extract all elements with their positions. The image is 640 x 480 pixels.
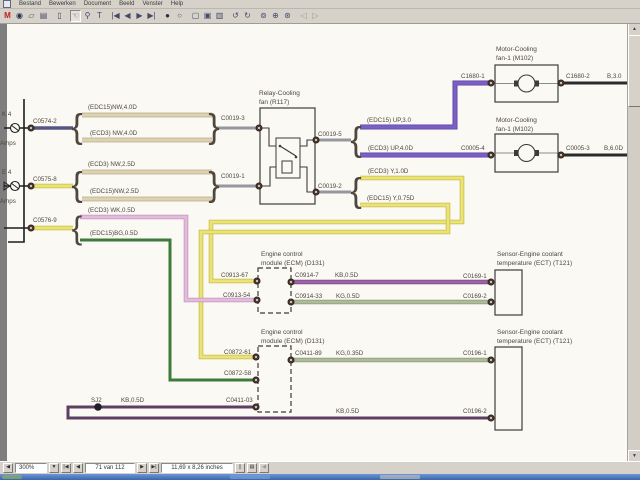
single-page-view-icon[interactable]: ▯ xyxy=(235,463,245,473)
last-page-icon[interactable]: ▶| xyxy=(146,10,157,22)
first-page-icon[interactable]: |◀ xyxy=(110,10,121,22)
find-again-icon[interactable]: ⊕ xyxy=(270,10,281,22)
status-bar: ◀ 300% ▼ |◀ ◀ 71 van 112 ▶ ▶| 11,69 x 8,… xyxy=(0,461,640,474)
globe-icon[interactable]: ◉ xyxy=(14,10,25,22)
prev-highlight-icon[interactable]: ◁ xyxy=(298,10,309,22)
zoom-level-box[interactable]: 300% xyxy=(15,463,47,473)
first-page-button[interactable]: |◀ xyxy=(61,463,71,473)
menu-item-beeld[interactable]: Beeld xyxy=(119,1,134,7)
continuous-view-icon[interactable]: ▤ xyxy=(247,463,257,473)
next-page-button[interactable]: ▶ xyxy=(137,463,147,473)
toolbar: M◉▱▤ ▯ ☜⚲T |◀◀▶▶| ●○ ▢▣▥ ↺↻ ⊚⊕⊛ ◁▷ xyxy=(0,9,640,24)
windows-taskbar[interactable] xyxy=(0,474,640,480)
pdf-page[interactable] xyxy=(7,23,628,461)
toolbar-separator xyxy=(50,10,53,22)
prev-view-icon[interactable]: ● xyxy=(162,10,173,22)
pages-panel-icon[interactable]: ▯ xyxy=(54,10,65,22)
app-window: { "menu": { "items": ["Bestand", "Bewerk… xyxy=(0,0,640,480)
actual-size-icon[interactable]: ▢ xyxy=(190,10,201,22)
acrobat-m-icon[interactable]: M xyxy=(2,10,13,22)
prev-page-button[interactable]: ◀ xyxy=(73,463,83,473)
print-icon[interactable]: ▤ xyxy=(38,10,49,22)
search-icon[interactable]: ⊛ xyxy=(282,10,293,22)
menu-item-bewerken[interactable]: Bewerken xyxy=(49,1,76,7)
toolbar-separator xyxy=(158,10,161,22)
hand-tool-icon[interactable]: ☜ xyxy=(70,10,81,22)
prev-page-icon[interactable]: ◀ xyxy=(122,10,133,22)
rotate-right-icon[interactable]: ↻ xyxy=(242,10,253,22)
fit-page-icon[interactable]: ▣ xyxy=(202,10,213,22)
scroll-left-icon[interactable]: ◀ xyxy=(259,463,269,473)
menu-item-venster[interactable]: Venster xyxy=(142,1,162,7)
zoom-dropdown-button[interactable]: ▼ xyxy=(49,463,59,473)
page-indicator[interactable]: 71 van 112 xyxy=(85,463,135,473)
menu-item-bestand[interactable]: Bestand xyxy=(19,1,41,7)
toolbar-separator xyxy=(186,10,189,22)
vertical-scrollbar[interactable]: ▲ ▼ xyxy=(627,23,640,461)
fit-width-icon[interactable]: ▥ xyxy=(214,10,225,22)
toolbar-separator xyxy=(106,10,109,22)
next-view-icon[interactable]: ○ xyxy=(174,10,185,22)
zoom-icon[interactable]: ⚲ xyxy=(82,10,93,22)
document-icon xyxy=(3,0,11,8)
menu-item-document[interactable]: Document xyxy=(84,1,111,7)
next-page-icon[interactable]: ▶ xyxy=(134,10,145,22)
rotate-left-icon[interactable]: ↺ xyxy=(230,10,241,22)
scrollbar-thumb[interactable] xyxy=(628,35,640,107)
taskbar-item[interactable] xyxy=(380,475,420,479)
folder-open-icon[interactable]: ▱ xyxy=(26,10,37,22)
nav-pane-toggle-button[interactable]: ◀ xyxy=(3,463,13,473)
toolbar-separator xyxy=(254,10,257,22)
taskbar-item[interactable] xyxy=(230,475,270,479)
menu-item-help[interactable]: Help xyxy=(171,1,183,7)
start-button[interactable] xyxy=(2,475,22,479)
toolbar-separator xyxy=(226,10,229,22)
page-size-indicator: 11,69 x 8,26 inches xyxy=(161,463,233,473)
find-icon[interactable]: ⊚ xyxy=(258,10,269,22)
menu-bar: Bestand Bewerken Document Beeld Venster Help xyxy=(0,0,640,9)
toolbar-separator xyxy=(294,10,297,22)
next-highlight-icon[interactable]: ▷ xyxy=(310,10,321,22)
last-page-button[interactable]: ▶| xyxy=(149,463,159,473)
toolbar-separator xyxy=(66,10,69,22)
text-select-icon[interactable]: T xyxy=(94,10,105,22)
